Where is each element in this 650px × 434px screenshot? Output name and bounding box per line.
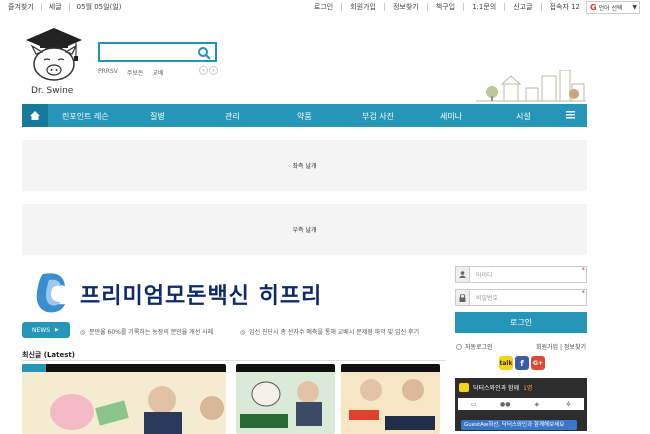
keyword-pager: ‹ ›: [199, 66, 218, 75]
password-placeholder: 비밀번호: [476, 295, 499, 302]
hamburger-menu-icon[interactable]: [566, 110, 575, 119]
google-plus-login-icon[interactable]: G+: [531, 356, 545, 370]
news-label[interactable]: NEWS ▶: [22, 322, 70, 338]
book-buy-link[interactable]: 책구입: [428, 3, 465, 11]
favorites-link[interactable]: 즐겨찾기: [8, 3, 42, 11]
news-item[interactable]: ◎ 임신 진단시 총 산자수 예측을 통해 교배시 문제점 파악 및 임신 후기: [240, 327, 419, 336]
chat-user-count: 1명: [523, 384, 533, 392]
facebook-login-icon[interactable]: f: [515, 356, 529, 370]
top-utility-bar: 즐겨찾기 세글 05월 05일(일) 로그인 회원가입 정보찾기 책구입 1:1…: [0, 0, 650, 14]
chevron-left-icon[interactable]: ‹: [199, 66, 208, 75]
search-box[interactable]: [98, 42, 217, 62]
banner-headline[interactable]: 프리미엄모돈백신 히프리: [80, 278, 322, 310]
main-nav: 린포인트 레슨 질병 관리 약품 부검 사진 세미나 시설: [22, 104, 587, 127]
kakao-login-icon[interactable]: talk: [499, 356, 513, 370]
news-item-text: 분만율 60%를 기록하는 농장의 분만율 개선 사례: [89, 329, 214, 336]
chat-tab-users-icon[interactable]: ●●: [490, 398, 522, 410]
date-text: 05월 05일(일): [76, 3, 122, 11]
chat-message: GuestAw하선, 닥터스와인과 함께해보세요: [461, 420, 577, 430]
required-mark: *: [581, 289, 586, 297]
video-thumbnail-image: [236, 364, 335, 434]
vaccine-logo-icon: [36, 273, 65, 313]
login-button[interactable]: 로그인: [455, 312, 587, 333]
nav-item-lesson[interactable]: 린포인트 레슨: [62, 111, 109, 122]
nav-item-management[interactable]: 관리: [225, 111, 240, 122]
nav-item-medicine[interactable]: 약품: [297, 111, 312, 122]
lock-icon: [456, 290, 470, 305]
chat-widget: 닥터스와인과 함께 1명 ▭ ●● ◈ ✲ GuestAw하선, 닥터스와인과 …: [455, 378, 587, 431]
required-mark: *: [581, 266, 586, 274]
auto-login-label: 자동로그인: [465, 344, 493, 351]
nav-item-seminar[interactable]: 세미나: [440, 111, 462, 122]
chat-tab-settings-icon[interactable]: ✲: [553, 398, 585, 410]
logo-text: Dr. Swine: [31, 86, 74, 96]
nav-item-facility[interactable]: 시설: [516, 111, 531, 122]
town-illustration: [476, 70, 586, 102]
password-field[interactable]: 비밀번호 *: [455, 289, 587, 306]
latest-thumbnail[interactable]: [341, 364, 440, 434]
video-thumbnail-image: [341, 364, 440, 434]
keyword-link[interactable]: PRRSV: [98, 68, 118, 77]
find-info-link[interactable]: 정보찾기: [385, 3, 428, 11]
latest-title: 최신글 (Latest): [22, 351, 75, 359]
auto-login-toggle[interactable]: 자동로그인: [456, 342, 493, 351]
latest-thumbnail[interactable]: [236, 364, 335, 434]
chevron-right-icon[interactable]: ›: [209, 66, 218, 75]
search-icon[interactable]: [197, 46, 211, 60]
report-link[interactable]: 신고글: [505, 3, 542, 11]
chat-tab-messages-icon[interactable]: ▭: [458, 398, 490, 410]
news-item[interactable]: ◎ 분만율 60%를 기록하는 농장의 분만율 개선 사례: [80, 327, 213, 336]
chat-tab-box-icon[interactable]: ◈: [521, 398, 553, 410]
auto-login-checkbox[interactable]: [456, 343, 462, 350]
login-link[interactable]: 로그인: [306, 3, 343, 11]
chat-tabs: ▭ ●● ◈ ✲: [458, 398, 584, 410]
chevron-down-icon: ▼: [632, 4, 637, 11]
username-field[interactable]: 아이디 *: [455, 266, 587, 283]
divider: [22, 360, 445, 361]
news-item-text: 임신 진단시 총 산자수 예측을 통해 교배시 문제점 파악 및 임신 후기: [249, 329, 420, 336]
latest-thumbnail[interactable]: [22, 364, 226, 434]
right-wing-ad[interactable]: 우측 날개: [22, 204, 587, 255]
home-icon: [30, 111, 40, 120]
left-wing-ad[interactable]: 좌측 날개: [22, 140, 587, 191]
language-label: 언어 선택: [598, 5, 623, 12]
home-button[interactable]: [22, 104, 48, 127]
nav-item-necropsy-photos[interactable]: 부검 사진: [362, 111, 394, 122]
chat-title: 닥터스와인과 함께: [473, 384, 520, 392]
account-links[interactable]: 회원가입 | 정보찾기: [536, 342, 586, 351]
language-select[interactable]: G 언어 선택 ▼: [586, 1, 640, 14]
keyword-link[interactable]: 교배: [152, 68, 163, 77]
video-thumbnail-image: [22, 364, 226, 434]
username-placeholder: 아이디: [476, 272, 493, 279]
pig-graduate-icon: [26, 28, 82, 81]
visitor-count[interactable]: 접속자 12: [542, 3, 588, 11]
chat-icon: [459, 382, 469, 392]
register-link[interactable]: 회원가입: [342, 3, 385, 11]
new-posts-link[interactable]: 세글: [42, 3, 70, 11]
play-icon: ▶: [55, 327, 59, 333]
keyword-link[interactable]: 주보돈: [127, 68, 144, 77]
news-label-text: NEWS: [32, 326, 51, 334]
inquiry-link[interactable]: 1:1문의: [464, 3, 506, 11]
popular-keywords: PRRSV 주보돈 교배: [98, 68, 163, 77]
nav-item-disease[interactable]: 질병: [150, 111, 165, 122]
google-icon: G: [590, 3, 597, 12]
user-icon: [456, 267, 470, 282]
